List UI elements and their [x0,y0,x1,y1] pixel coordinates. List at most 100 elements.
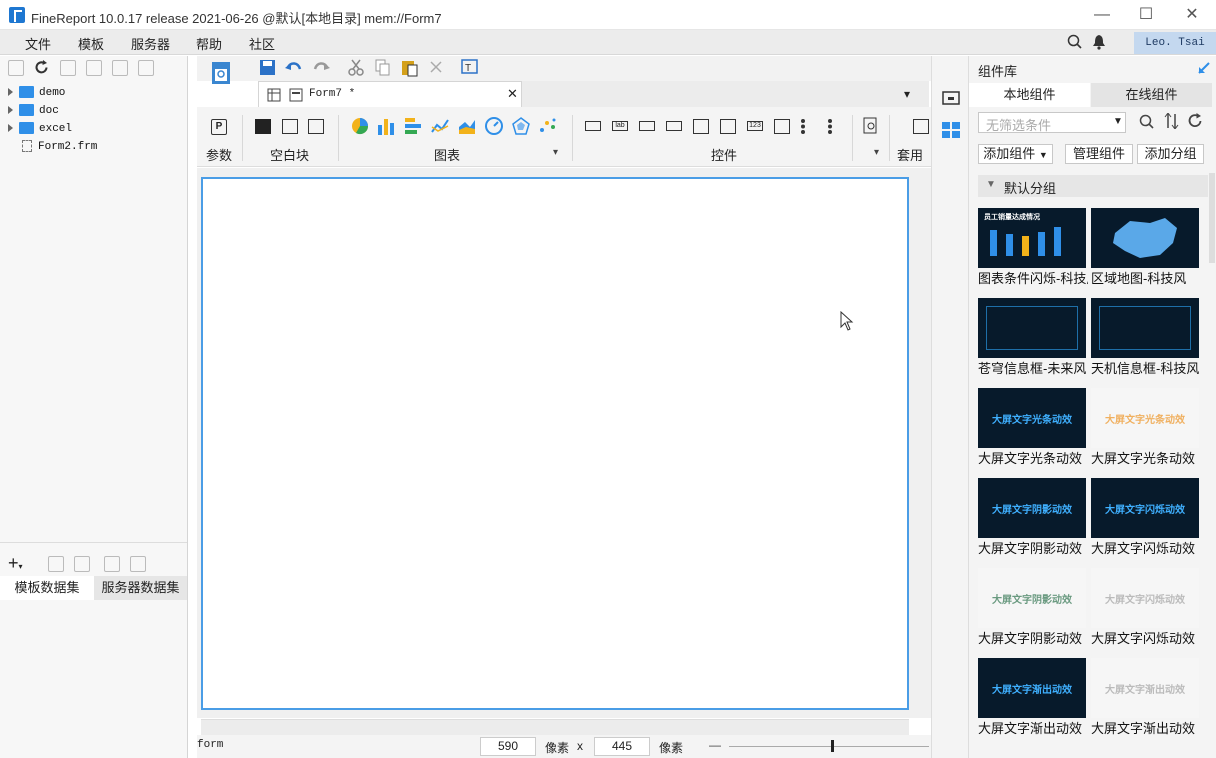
component-card[interactable]: 区域地图-科技风 [1091,208,1201,288]
component-card[interactable]: 大屏文字光条动效 大屏文字光条动效 [1091,388,1201,468]
minimize-button[interactable]: — [1079,0,1125,30]
area-chart-icon[interactable] [458,117,476,135]
horizontal-scrollbar[interactable] [201,719,909,735]
tab-local-components[interactable]: 本地组件 [969,83,1090,107]
sort-icon[interactable] [1164,113,1180,129]
chevron-down-icon[interactable]: ▾ [553,147,558,158]
redo-icon[interactable] [312,59,330,77]
close-button[interactable]: ✕ [1169,0,1215,30]
manage-components-button[interactable]: 管理组件 [1065,144,1133,164]
refresh-icon[interactable] [1187,113,1203,129]
delete-x-icon[interactable] [429,60,443,74]
tree-item-demo[interactable]: demo [8,86,65,99]
checkbox-widget-icon[interactable] [828,119,844,134]
cut-icon[interactable] [347,59,365,77]
add-component-button[interactable]: 添加组件 ▼ [978,144,1053,164]
component-card[interactable]: 大屏文字闪烁动效 大屏文字闪烁动效 [1091,478,1201,558]
add-group-button[interactable]: 添加分组 [1137,144,1204,164]
label-widget-icon[interactable]: lab [612,121,628,131]
user-name[interactable]: Leo. Tsai [1134,32,1216,54]
tab-form7[interactable]: Form7 * ✕ [258,81,522,107]
zoom-slider[interactable] [729,746,929,747]
delete-dataset-icon[interactable] [74,556,90,572]
list-widget-icon[interactable] [693,119,709,134]
zoom-out-icon[interactable]: — [709,738,721,752]
blank-block-icon[interactable] [255,119,271,134]
text-widget-icon[interactable] [585,121,601,131]
preview-dataset-icon[interactable] [104,556,120,572]
tab-server-dataset[interactable]: 服务器数据集 [94,576,187,600]
open-template-icon[interactable] [60,60,76,76]
maximize-button[interactable]: ☐ [1123,0,1169,30]
textarea-widget-icon[interactable] [774,119,790,134]
button-widget-icon[interactable] [639,121,655,131]
menu-community[interactable]: 社区 [249,34,275,53]
new-folder-icon[interactable] [8,60,24,76]
text-format-icon[interactable]: T [461,59,479,77]
vertical-scrollbar[interactable] [913,168,929,718]
component-card[interactable]: 大屏文字渐出动效 大屏文字渐出动效 [978,658,1088,738]
tree-item-doc[interactable]: doc [8,104,59,117]
template-block-icon[interactable] [913,119,929,134]
form-canvas[interactable] [201,177,909,710]
menu-template[interactable]: 模板 [78,34,104,53]
edit-dataset-icon[interactable] [48,556,64,572]
number-widget-icon[interactable]: 123 [747,121,763,131]
tab-menu-icon[interactable]: ▾ [904,87,910,101]
dropdown-widget-icon[interactable] [666,121,682,131]
chevron-down-icon[interactable]: ▾ [874,147,879,158]
radar-chart-icon[interactable] [512,117,530,135]
height-input[interactable]: 445 [594,737,650,756]
width-input[interactable]: 590 [480,737,536,756]
component-card[interactable]: 天机信息框-科技风 [1091,298,1201,378]
search-icon[interactable] [1139,114,1155,130]
bar-chart-icon[interactable] [377,117,395,135]
parameter-icon[interactable]: P [211,119,227,135]
scatter-chart-icon[interactable] [539,117,557,135]
zoom-slider-thumb[interactable] [831,740,834,752]
tree-item-form2[interactable]: Form2.frm [8,140,97,153]
close-tab-icon[interactable]: ✕ [507,86,518,102]
search-widget-icon[interactable] [863,117,879,135]
menu-file[interactable]: 文件 [25,34,51,53]
save-icon[interactable] [259,59,277,77]
panel-splitter[interactable] [0,542,187,550]
component-card[interactable]: 苍穹信息框-未来风 [978,298,1088,378]
panel-scrollbar[interactable] [1209,173,1215,263]
settings-icon[interactable] [86,60,102,76]
widget-panel-icon[interactable] [942,91,960,105]
new-template-icon[interactable] [211,60,233,90]
menu-server[interactable]: 服务器 [131,34,170,53]
menu-help[interactable]: 帮助 [196,34,222,53]
bell-icon[interactable] [1092,34,1106,50]
component-card[interactable]: 大屏文字闪烁动效 大屏文字闪烁动效 [1091,568,1201,648]
add-dataset-button[interactable]: +▾ [8,554,23,575]
tree-item-excel[interactable]: excel [8,122,72,135]
refresh-icon[interactable] [34,60,49,75]
component-card[interactable]: 员工销量达成情况 图表条件闪烁-科技风 [978,208,1088,288]
tab-online-components[interactable]: 在线组件 [1091,83,1212,107]
copy-icon[interactable] [138,60,154,76]
search-icon[interactable] [1067,34,1083,50]
split-block-icon[interactable] [282,119,298,134]
component-library-icon[interactable] [942,122,960,138]
paste-icon[interactable] [401,59,419,77]
component-card[interactable]: 大屏文字阴影动效 大屏文字阴影动效 [978,478,1088,558]
component-card[interactable]: 大屏文字阴影动效 大屏文字阴影动效 [978,568,1088,648]
line-chart-icon[interactable] [431,117,449,135]
grid-block-icon[interactable] [308,119,324,134]
radio-widget-icon[interactable] [801,119,817,134]
delete-icon[interactable] [112,60,128,76]
undo-icon[interactable] [285,59,303,77]
dataset-settings-icon[interactable] [130,556,146,572]
group-header[interactable]: ▼ 默认分组 [978,175,1208,197]
tab-template-dataset[interactable]: 模板数据集 [0,576,94,600]
gauge-chart-icon[interactable] [485,117,503,135]
expand-arrow-icon[interactable] [1197,61,1211,75]
component-card[interactable]: 大屏文字渐出动效 大屏文字渐出动效 [1091,658,1201,738]
pie-chart-icon[interactable] [351,117,369,135]
copy-icon[interactable] [374,59,392,77]
component-card[interactable]: 大屏文字光条动效 大屏文字光条动效 [978,388,1088,468]
date-widget-icon[interactable] [720,119,736,134]
hbar-chart-icon[interactable] [404,117,422,135]
